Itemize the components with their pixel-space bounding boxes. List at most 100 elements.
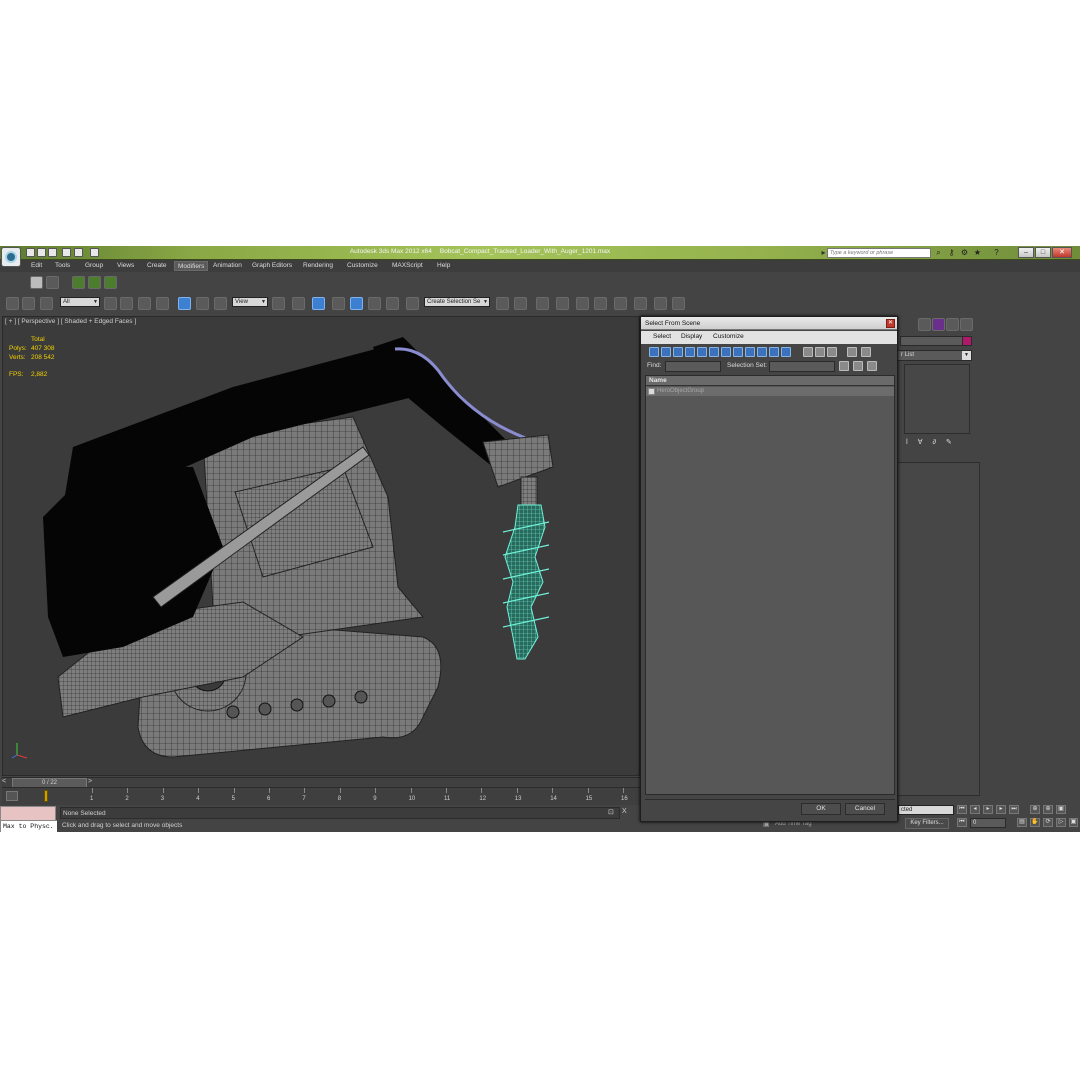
dialog-menu-select[interactable]: Select <box>653 333 671 340</box>
goto-start-icon[interactable]: ⏮ <box>957 805 967 814</box>
menu-maxscript[interactable]: MAXScript <box>389 261 426 271</box>
layer-explorer-icon[interactable] <box>536 297 549 310</box>
create-tab-icon[interactable] <box>918 318 931 331</box>
display-invert-icon[interactable] <box>827 347 837 357</box>
new-file-icon[interactable] <box>26 248 35 257</box>
edit-named-selection-icon[interactable] <box>406 297 419 310</box>
display-spacewarps-icon[interactable] <box>709 347 719 357</box>
maxscript-listener-mini[interactable]: Max to Physc. <box>0 806 57 832</box>
menu-animation[interactable]: Animation <box>210 261 245 271</box>
selection-filter-dropdown[interactable]: All <box>60 297 100 307</box>
mirror-icon[interactable] <box>496 297 509 310</box>
save-file-icon[interactable] <box>48 248 57 257</box>
menu-modifiers[interactable]: Modifiers <box>174 261 209 271</box>
name-column-header[interactable]: Name <box>646 376 894 386</box>
chevron-down-icon[interactable]: ▼ <box>962 351 971 360</box>
graphite-ribbon-icon[interactable] <box>556 297 569 310</box>
select-all-icon[interactable] <box>839 361 849 371</box>
menu-graph-editors[interactable]: Graph Editors <box>249 261 295 271</box>
key-mode-icon[interactable]: ⏮ <box>957 818 967 827</box>
key-selection-dropdown[interactable]: cted <box>898 805 954 815</box>
mini-curve-editor-icon[interactable] <box>6 791 18 801</box>
display-cameras-icon[interactable] <box>685 347 695 357</box>
schematic-view-icon[interactable] <box>594 297 607 310</box>
filter-icon[interactable] <box>847 347 857 357</box>
curve-editor-icon[interactable] <box>576 297 589 310</box>
hierarchy-tab-icon[interactable] <box>946 318 959 331</box>
layer-manager-icon[interactable] <box>30 276 43 289</box>
search-input[interactable]: Type a keyword or phrase <box>827 248 931 258</box>
bind-spacewarp-icon[interactable] <box>40 297 53 310</box>
stack-tools-icons[interactable]: ǀ ∀ ∂ ✎ <box>906 438 976 448</box>
maximize-viewport-icon[interactable]: ▣ <box>1069 818 1078 827</box>
snaps-toggle-icon[interactable] <box>332 297 345 310</box>
menu-customize[interactable]: Customize <box>344 261 381 271</box>
select-by-name-icon[interactable] <box>120 297 133 310</box>
rectangular-selection-icon[interactable] <box>138 297 151 310</box>
open-file-icon[interactable] <box>37 248 46 257</box>
dialog-menu-customize[interactable]: Customize <box>713 333 744 340</box>
maxscript-input[interactable]: Max to Physc. <box>1 820 57 832</box>
zoom-icon[interactable]: ⊕ <box>1030 805 1040 814</box>
menu-tools[interactable]: Tools <box>52 261 73 271</box>
time-slider[interactable]: < 0 / 22 > <box>2 777 642 788</box>
cancel-button[interactable]: Cancel <box>845 803 885 815</box>
percent-snap-icon[interactable] <box>368 297 381 310</box>
current-frame-field[interactable]: 0 <box>970 818 1006 828</box>
viewport-label[interactable]: [ + ] [ Perspective ] [ Shaded + Edged F… <box>5 318 136 325</box>
menu-create[interactable]: Create <box>144 261 170 271</box>
redo-icon[interactable] <box>74 248 83 257</box>
list-item[interactable]: HeroObjectGroup <box>646 387 894 396</box>
render-setup-icon[interactable] <box>634 297 647 310</box>
maximize-button[interactable]: □ <box>1035 247 1051 258</box>
dialog-menu-display[interactable]: Display <box>681 333 702 340</box>
key-icon[interactable]: ⚷ <box>947 248 956 257</box>
binoculars-icon[interactable]: ⌕ <box>934 248 943 257</box>
display-helpers-icon[interactable] <box>697 347 707 357</box>
reference-coordinate-dropdown[interactable]: View <box>232 297 268 307</box>
goto-end-icon[interactable]: ⏭ <box>1009 805 1019 814</box>
pan-view-icon[interactable]: ✋ <box>1030 818 1040 827</box>
display-hidden-icon[interactable] <box>781 347 791 357</box>
container-icon[interactable] <box>46 276 59 289</box>
modify-tab-icon[interactable] <box>932 318 945 331</box>
time-config-icon[interactable]: ▤ <box>1017 818 1027 827</box>
select-invert-icon[interactable] <box>867 361 877 371</box>
display-groups-icon[interactable] <box>721 347 731 357</box>
window-crossing-icon[interactable] <box>156 297 169 310</box>
close-window-button[interactable]: ✕ <box>1052 247 1072 258</box>
slider-prev-icon[interactable]: < <box>2 778 6 785</box>
scene-object-list[interactable]: Name HeroObjectGroup <box>645 375 895 795</box>
modifier-stack[interactable] <box>904 364 970 434</box>
favorites-star-icon[interactable]: ★ <box>973 248 982 257</box>
display-none-icon[interactable] <box>815 347 825 357</box>
help-icon[interactable]: ? <box>992 248 1001 257</box>
menu-help[interactable]: Help <box>434 261 453 271</box>
menu-rendering[interactable]: Rendering <box>300 261 336 271</box>
modifier-list-dropdown[interactable]: r List <box>896 350 972 361</box>
project-folder-icon[interactable] <box>90 248 99 257</box>
minimize-button[interactable]: – <box>1018 247 1034 258</box>
display-lights-icon[interactable] <box>673 347 683 357</box>
selection-set-dropdown[interactable] <box>769 361 835 372</box>
next-frame-icon[interactable]: ▸ <box>996 805 1006 814</box>
display-shapes-icon[interactable] <box>661 347 671 357</box>
spinner-snap-icon[interactable] <box>386 297 399 310</box>
select-rotate-icon[interactable] <box>196 297 209 310</box>
select-scale-icon[interactable] <box>214 297 227 310</box>
play-icon[interactable]: ▸ <box>983 805 993 814</box>
select-move-icon[interactable] <box>178 297 191 310</box>
display-frozen-icon[interactable] <box>769 347 779 357</box>
menu-edit[interactable]: Edit <box>28 261 45 271</box>
angle-snap-icon[interactable] <box>350 297 363 310</box>
slider-next-icon[interactable]: > <box>88 778 92 785</box>
named-selection-set-dropdown[interactable]: Create Selection Se <box>424 297 490 307</box>
align-icon[interactable] <box>514 297 527 310</box>
menu-views[interactable]: Views <box>114 261 137 271</box>
find-input[interactable] <box>665 361 721 372</box>
display-all-icon[interactable] <box>803 347 813 357</box>
orbit-icon[interactable]: ⟳ <box>1043 818 1053 827</box>
display-containers-icon[interactable] <box>757 347 767 357</box>
menu-group[interactable]: Group <box>82 261 106 271</box>
track-bar[interactable]: 1 2 3 4 5 6 7 8 9 10 11 12 13 14 15 16 <box>2 787 642 805</box>
